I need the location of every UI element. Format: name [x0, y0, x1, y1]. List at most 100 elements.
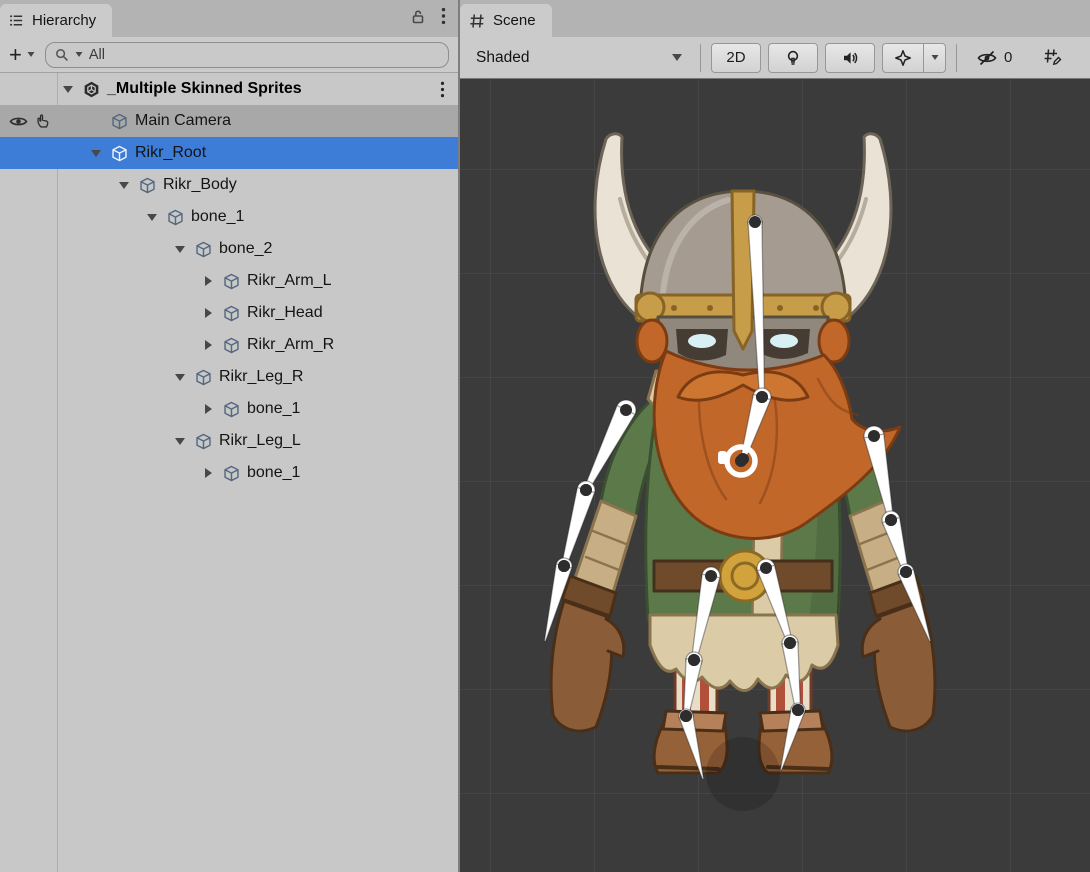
scene-asset-icon [79, 80, 103, 99]
row-label: Rikr_Head [247, 304, 323, 322]
chevron-down-icon [175, 438, 185, 445]
unity-editor: Hierarchy + [0, 0, 1090, 872]
chevron-down-icon [175, 374, 185, 381]
effects-control [882, 43, 946, 73]
row-indent [57, 249, 169, 250]
add-gameobject-button[interactable]: + [9, 45, 36, 65]
visibility-eye-icon[interactable] [9, 114, 28, 129]
hierarchy-item-rikr-leg-r[interactable]: Rikr_Leg_R [0, 361, 458, 393]
chevron-right-icon [205, 468, 212, 478]
gameobject-icon [219, 272, 243, 291]
gameobject-icon [219, 464, 243, 483]
expand-toggle[interactable] [197, 404, 219, 414]
expand-toggle[interactable] [169, 374, 191, 381]
row-label: Main Camera [135, 112, 231, 130]
row-label: Rikr_Root [135, 144, 206, 162]
row-gutter [0, 233, 57, 265]
scene-visibility-button[interactable]: 0 [967, 43, 1021, 73]
search-input[interactable] [89, 47, 439, 63]
hierarchy-item-rikr-arm-l[interactable]: Rikr_Arm_L [0, 265, 458, 297]
expand-toggle[interactable] [197, 468, 219, 478]
gameobject-icon [163, 208, 187, 227]
chevron-down-icon [672, 54, 682, 61]
hierarchy-item-bone-2[interactable]: bone_2 [0, 233, 458, 265]
row-indent [57, 377, 169, 378]
hierarchy-kebab-menu-icon[interactable] [441, 7, 446, 30]
row-indent [57, 473, 197, 474]
chevron-right-icon [205, 276, 212, 286]
tab-scene-label: Scene [493, 12, 536, 29]
hierarchy-item-bone-1[interactable]: bone_1 [0, 393, 458, 425]
expand-toggle[interactable] [169, 246, 191, 253]
hierarchy-item-rikr-arm-r[interactable]: Rikr_Arm_R [0, 329, 458, 361]
hierarchy-tab-actions [410, 0, 458, 37]
hierarchy-item-main-camera[interactable]: Main Camera [0, 105, 458, 137]
hierarchy-item-bone-1[interactable]: bone_1 [0, 201, 458, 233]
chevron-right-icon [205, 308, 212, 318]
expand-toggle[interactable] [197, 308, 219, 318]
tab-scene[interactable]: Scene [460, 4, 552, 37]
grid-settings-icon [1043, 48, 1063, 67]
toolbar-separator [956, 44, 957, 72]
expand-toggle[interactable] [141, 214, 163, 221]
row-indent [57, 185, 113, 186]
chevron-down-icon [175, 246, 185, 253]
scene-kebab-menu-icon[interactable] [440, 81, 458, 98]
hierarchy-panel: Hierarchy + [0, 0, 460, 872]
search-filter-caret-icon [75, 52, 82, 57]
visibility-toggle-icon [976, 49, 998, 67]
scene-tabstrip: Scene [460, 0, 1090, 37]
expand-toggle[interactable] [197, 340, 219, 350]
effects-dropdown-caret[interactable] [924, 43, 946, 73]
chevron-down-icon [63, 86, 73, 93]
hierarchy-item-rikr-head[interactable]: Rikr_Head [0, 297, 458, 329]
tab-hierarchy[interactable]: Hierarchy [0, 4, 112, 37]
expand-toggle[interactable] [85, 150, 107, 157]
hierarchy-item-multiple-skinned-sprites[interactable]: _Multiple Skinned Sprites [0, 73, 458, 105]
hierarchy-item-rikr-leg-l[interactable]: Rikr_Leg_L [0, 425, 458, 457]
draw-mode-label: Shaded [476, 49, 529, 67]
hierarchy-item-rikr-body[interactable]: Rikr_Body [0, 169, 458, 201]
scene-toolbar: Shaded 2D [460, 37, 1090, 79]
scene-viewport[interactable] [460, 79, 1090, 872]
add-icon: + [9, 45, 22, 65]
row-indent [57, 441, 169, 442]
unlock-icon[interactable] [410, 8, 426, 30]
effects-toggle-icon [894, 49, 912, 67]
row-gutter [0, 137, 57, 169]
2d-toggle-button[interactable]: 2D [711, 43, 761, 73]
gameobject-icon [219, 336, 243, 355]
chevron-right-icon [205, 404, 212, 414]
audio-toggle-button[interactable] [825, 43, 875, 73]
lighting-toggle-icon [784, 49, 802, 67]
audio-toggle-icon [841, 49, 859, 67]
hierarchy-item-rikr-root[interactable]: Rikr_Root [0, 137, 458, 169]
grid-settings-button[interactable] [1028, 43, 1078, 73]
row-gutter [0, 393, 57, 425]
row-gutter [0, 361, 57, 393]
hierarchy-list-icon [9, 13, 24, 28]
row-indent [57, 313, 197, 314]
gameobject-icon [219, 400, 243, 419]
row-gutter [0, 329, 57, 361]
expand-toggle[interactable] [57, 86, 79, 93]
row-gutter [0, 73, 57, 105]
expand-toggle[interactable] [169, 438, 191, 445]
lighting-toggle-button[interactable] [768, 43, 818, 73]
ground-shadow [706, 737, 780, 811]
row-gutter [0, 265, 57, 297]
hidden-count: 0 [1004, 49, 1012, 66]
hierarchy-tree: _Multiple Skinned Sprites Main Camera Rikr… [0, 73, 458, 872]
draw-mode-dropdown[interactable]: Shaded [468, 49, 690, 67]
picking-hand-icon[interactable] [35, 113, 50, 129]
hierarchy-item-bone-1[interactable]: bone_1 [0, 457, 458, 489]
row-label: Rikr_Body [163, 176, 237, 194]
gameobject-icon [219, 304, 243, 323]
expand-toggle[interactable] [197, 276, 219, 286]
chevron-down-icon [119, 182, 129, 189]
expand-toggle[interactable] [113, 182, 135, 189]
effects-toggle-button[interactable] [882, 43, 924, 73]
2d-label: 2D [726, 49, 745, 66]
hierarchy-search-field[interactable] [45, 42, 449, 68]
row-label: Rikr_Leg_R [219, 368, 303, 386]
